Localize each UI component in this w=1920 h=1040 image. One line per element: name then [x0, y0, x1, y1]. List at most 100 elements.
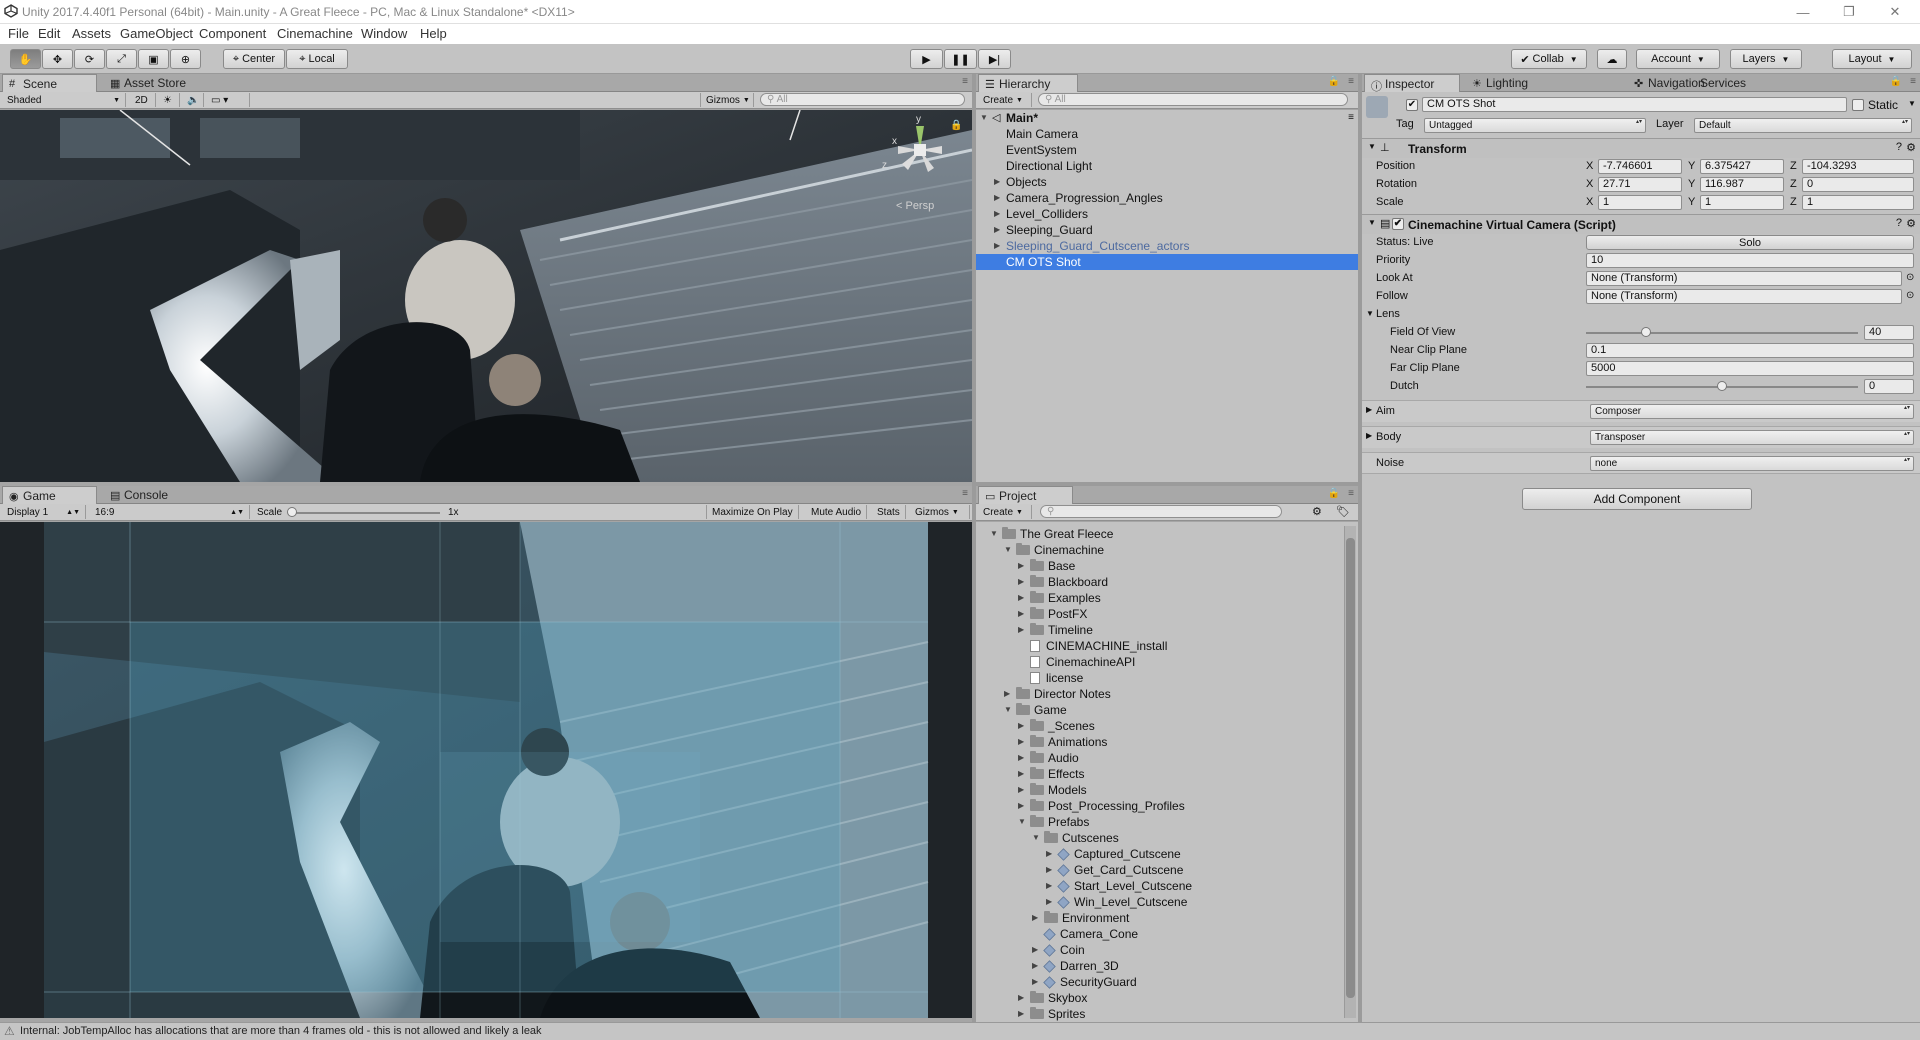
project-item[interactable]: ▶ Darren_3D: [1032, 958, 1119, 974]
scrollbar-thumb[interactable]: [1346, 538, 1355, 998]
maximize-on-play-toggle[interactable]: Maximize On Play: [706, 505, 799, 519]
persp-label[interactable]: < Persp: [896, 200, 934, 212]
help-icon[interactable]: ?: [1896, 141, 1902, 153]
project-item[interactable]: ▶ Win_Level_Cutscene: [1046, 894, 1187, 910]
pivot-center-button[interactable]: ⌖ Center: [223, 49, 285, 69]
hierarchy-item[interactable]: Directional Light: [976, 158, 1358, 174]
scene-orientation-gizmo[interactable]: y x z < Persp: [880, 114, 960, 212]
chevron-right-icon[interactable]: ▶: [1018, 622, 1024, 638]
priority-field[interactable]: 10: [1586, 253, 1914, 268]
game-viewport[interactable]: [0, 522, 972, 1018]
chevron-down-icon[interactable]: ▼: [990, 526, 998, 542]
menu-gameobject[interactable]: GameObject: [120, 26, 193, 41]
pivot-local-button[interactable]: ⌖ Local: [286, 49, 348, 69]
project-item[interactable]: ▶ Environment: [1032, 910, 1129, 926]
effects-dropdown-icon[interactable]: ▭ ▾: [206, 93, 250, 107]
restore-button[interactable]: ❐: [1826, 0, 1872, 24]
scale-x-field[interactable]: 1: [1598, 195, 1682, 210]
vcam-header[interactable]: ▼ ▤ ✔ Cinemachine Virtual Camera (Script…: [1362, 214, 1920, 234]
tab-lighting[interactable]: ☀ Lighting: [1466, 74, 1562, 92]
aspect-dropdown[interactable]: 16:9 ▲▼: [90, 505, 250, 519]
stats-toggle[interactable]: Stats: [872, 505, 906, 519]
rotation-x-field[interactable]: 27.71: [1598, 177, 1682, 192]
filter-label-icon[interactable]: 🏷: [1336, 505, 1350, 518]
menu-edit[interactable]: Edit: [38, 26, 60, 41]
project-item[interactable]: ▶ Captured_Cutscene: [1046, 846, 1181, 862]
account-button[interactable]: Account ▼: [1636, 49, 1720, 69]
chevron-right-icon[interactable]: ▶: [1032, 910, 1038, 926]
project-item[interactable]: ▶ Animations: [1018, 734, 1107, 750]
hand-tool-icon[interactable]: ✋: [10, 49, 41, 69]
fov-field[interactable]: 40: [1864, 325, 1914, 340]
menu-window[interactable]: Window: [361, 26, 407, 41]
collab-button[interactable]: ✔ Collab ▼: [1511, 49, 1587, 69]
rotate-tool-icon[interactable]: ⟳: [74, 49, 105, 69]
lighting-toggle-icon[interactable]: ☀: [158, 93, 180, 107]
project-item[interactable]: ▶ Base: [1018, 558, 1075, 574]
panel-menu-icon[interactable]: ≡: [1348, 488, 1354, 499]
chevron-down-icon[interactable]: ▼: [1018, 814, 1026, 830]
far-clip-field[interactable]: 5000: [1586, 361, 1914, 376]
chevron-right-icon[interactable]: ▶: [994, 174, 1000, 190]
scale-slider-thumb[interactable]: [287, 507, 297, 517]
panel-menu-icon[interactable]: ≡: [1348, 110, 1354, 126]
filter-type-icon[interactable]: ⚙: [1312, 505, 1322, 518]
chevron-right-icon[interactable]: ▶: [1032, 942, 1038, 958]
hierarchy-item[interactable]: ▶ Level_Colliders: [976, 206, 1358, 222]
object-picker-icon[interactable]: ⊙: [1906, 272, 1914, 283]
tab-navigation-text[interactable]: ✜ Navigation: [1562, 74, 1705, 92]
component-enabled-checkbox[interactable]: ✔: [1392, 218, 1404, 230]
chevron-down-icon[interactable]: ▼: [1004, 542, 1012, 558]
panel-menu-icon[interactable]: ≡: [1348, 76, 1354, 87]
object-name-field[interactable]: CM OTS Shot: [1422, 97, 1847, 112]
hierarchy-item[interactable]: ▶ Sleeping_Guard: [976, 222, 1358, 238]
active-checkbox[interactable]: ✔: [1406, 99, 1418, 111]
mode-2d-button[interactable]: 2D: [130, 93, 156, 107]
static-checkbox[interactable]: [1852, 99, 1864, 111]
tag-dropdown[interactable]: Untagged: [1424, 118, 1646, 133]
lock-icon[interactable]: 🔒: [1890, 76, 1902, 87]
dutch-slider-thumb[interactable]: [1717, 381, 1727, 391]
project-scrollbar[interactable]: [1344, 526, 1356, 1018]
menu-component[interactable]: Component: [199, 26, 266, 41]
lens-row[interactable]: ▼ Lens: [1362, 306, 1920, 324]
near-clip-field[interactable]: 0.1: [1586, 343, 1914, 358]
project-item[interactable]: ▶ Timeline: [1018, 622, 1093, 638]
fov-slider-track[interactable]: [1586, 332, 1858, 334]
chevron-right-icon[interactable]: ▶: [1018, 990, 1024, 1006]
chevron-right-icon[interactable]: ▶: [1018, 766, 1024, 782]
project-item[interactable]: CinemachineAPI: [1030, 654, 1135, 670]
chevron-right-icon[interactable]: ▶: [1018, 574, 1024, 590]
chevron-down-icon[interactable]: ▼: [1908, 99, 1916, 108]
project-item[interactable]: CINEMACHINE_install: [1030, 638, 1167, 654]
layout-button[interactable]: Layout ▼: [1832, 49, 1912, 69]
chevron-right-icon[interactable]: ▶: [1004, 686, 1010, 702]
scene-search-input[interactable]: ⚲ All: [760, 93, 965, 106]
project-item[interactable]: ▶ Get_Card_Cutscene: [1046, 862, 1183, 878]
tab-scene[interactable]: # Scene: [2, 74, 97, 92]
project-item[interactable]: ▼ Cutscenes: [1032, 830, 1119, 846]
project-item[interactable]: ▶ Effects: [1018, 766, 1084, 782]
aim-dropdown[interactable]: Composer: [1590, 404, 1914, 419]
project-item[interactable]: ▶ Blackboard: [1018, 574, 1108, 590]
project-item[interactable]: ▼ Cinemachine: [1004, 542, 1104, 558]
chevron-right-icon[interactable]: ▶: [1018, 590, 1024, 606]
project-item[interactable]: ▶ Post_Processing_Profiles: [1018, 798, 1185, 814]
chevron-right-icon[interactable]: ▶: [1018, 718, 1024, 734]
solo-button[interactable]: Solo: [1586, 235, 1914, 250]
rect-tool-icon[interactable]: ▣: [138, 49, 169, 69]
gear-icon[interactable]: ⚙: [1906, 217, 1916, 230]
scene-root-item[interactable]: ▼ ◁ Main* ≡: [976, 110, 1358, 126]
menu-file[interactable]: File: [8, 26, 29, 41]
project-item[interactable]: ▶ Sprites: [1018, 1006, 1085, 1022]
project-item[interactable]: ▶ Models: [1018, 782, 1087, 798]
project-item[interactable]: ▶ Coin: [1032, 942, 1085, 958]
chevron-right-icon[interactable]: ▶: [1018, 1006, 1024, 1022]
noise-row[interactable]: Noise none: [1362, 452, 1920, 474]
chevron-right-icon[interactable]: ▶: [1018, 798, 1024, 814]
step-icon[interactable]: ▶|: [978, 49, 1011, 69]
chevron-right-icon[interactable]: ▶: [1018, 558, 1024, 574]
display-dropdown[interactable]: Display 1 ▲▼: [2, 505, 86, 519]
panel-menu-icon[interactable]: ≡: [962, 488, 968, 499]
hierarchy-create-button[interactable]: Create ▼: [978, 93, 1032, 107]
